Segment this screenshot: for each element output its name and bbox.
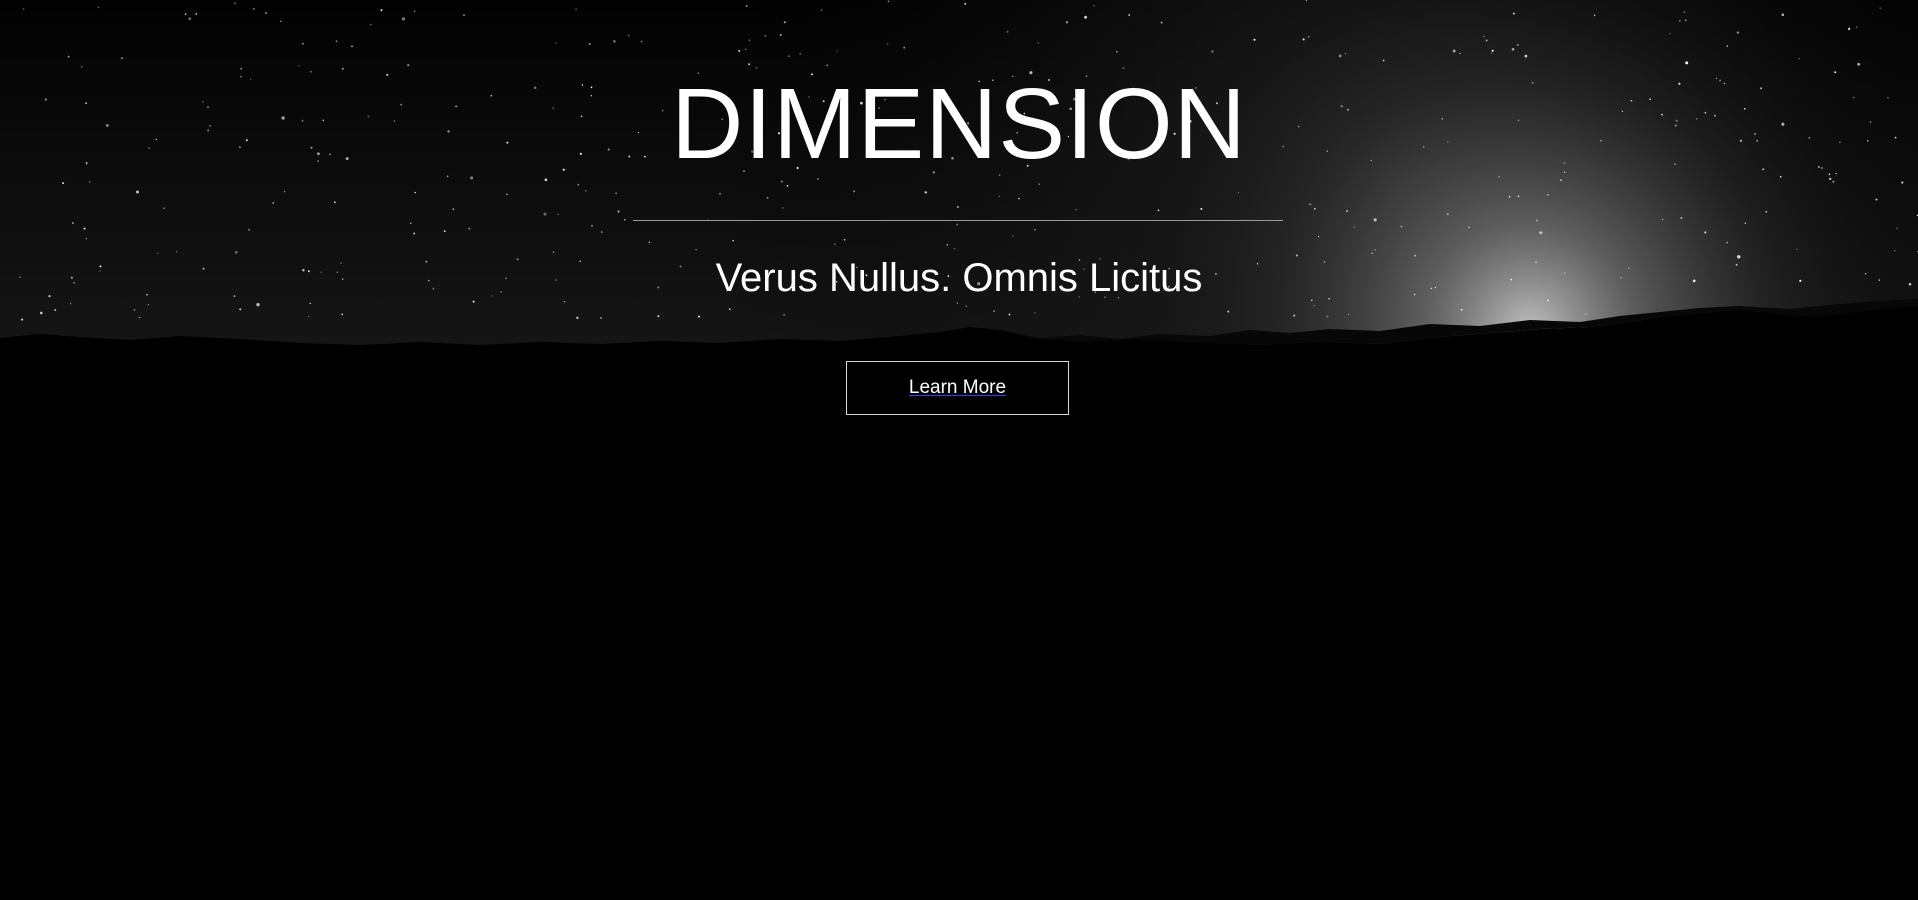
- learn-more-link[interactable]: Learn More: [909, 377, 1006, 399]
- hero-section: DIMENSION Verus Nullus. Omnis Licitus Le…: [0, 0, 1918, 900]
- hero-content: DIMENSION Verus Nullus. Omnis Licitus Le…: [0, 0, 1918, 900]
- learn-more-button[interactable]: Learn More: [846, 361, 1069, 415]
- page-title: DIMENSION: [671, 68, 1247, 180]
- page-subtitle: Verus Nullus. Omnis Licitus: [715, 256, 1203, 300]
- title-divider: [633, 220, 1283, 221]
